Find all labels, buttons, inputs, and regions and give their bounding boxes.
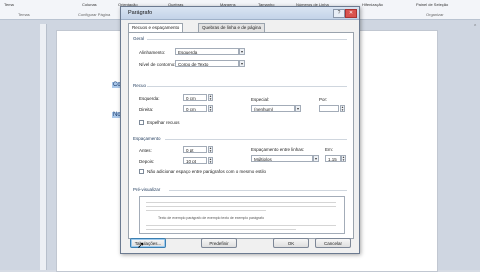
ribbon-tool-hyphenation[interactable]: Hifenização <box>362 2 383 7</box>
chevron-down-icon[interactable]: ▾ <box>295 105 301 112</box>
alignment-label: Alinhamento: <box>139 50 166 55</box>
ribbon-tool-selection-pane[interactable]: Painel de Seleção <box>416 2 448 7</box>
ribbon-tool-columns[interactable]: Colunas <box>82 2 97 7</box>
preview-sample-text: Texto de exemplo parágrafo de exemplo te… <box>158 216 265 220</box>
section-preview: Pré-visualizar <box>133 187 161 192</box>
by-label: Por: <box>319 97 328 102</box>
alignment-select[interactable]: Esquerda <box>175 48 239 55</box>
ribbon-group-arrange: Organizar <box>426 12 444 17</box>
tabs-button[interactable]: Tabulações... <box>130 238 166 248</box>
preview-line <box>146 210 266 211</box>
spinner-icon[interactable]: ▴ ▾ <box>341 155 346 162</box>
dialog-titlebar[interactable]: Parágrafo ? ✕ <box>121 7 359 20</box>
section-spacing: Espaçamento <box>133 136 161 141</box>
preview-line <box>146 229 296 230</box>
spacing-after-input[interactable]: 10 pt <box>183 157 207 164</box>
preview-line <box>146 202 336 203</box>
line-spacing-at-label: Em: <box>325 147 334 152</box>
help-button[interactable]: ? <box>333 9 345 18</box>
spacing-after-label: Depois: <box>139 159 155 164</box>
divider <box>165 139 347 140</box>
outline-level-select[interactable]: Corpo de Texto <box>175 60 239 67</box>
special-label: Especial: <box>251 97 270 102</box>
set-default-button[interactable]: Predefinir <box>201 238 237 248</box>
vertical-ruler <box>40 24 47 270</box>
indent-right-input[interactable]: 0 cm <box>183 105 207 112</box>
line-spacing-select[interactable]: Múltiplos <box>251 155 313 162</box>
preview-line <box>146 225 336 226</box>
spinner-icon[interactable]: ▴ ▾ <box>208 94 213 101</box>
spacing-before-label: Antes: <box>139 148 152 153</box>
spinner-icon[interactable]: ▴ ▾ <box>208 157 213 164</box>
ribbon-group-themes: Temas <box>18 12 30 17</box>
cancel-button[interactable]: Cancelar <box>315 238 351 248</box>
no-space-same-style-label: Não adicionar espaço entre parágrafos co… <box>147 169 267 174</box>
tab-line-page-breaks[interactable]: Quebras de linha e de página <box>198 23 266 32</box>
line-spacing-label: Espaçamento entre linhas: <box>251 147 305 152</box>
indent-left-input[interactable]: 0 cm <box>183 94 207 101</box>
spinner-icon[interactable]: ▴ ▾ <box>208 105 213 112</box>
mouse-pointer-icon: ➚ <box>137 240 145 250</box>
tab-panel: Geral Alinhamento: Esquerda ▾ Nível de c… <box>128 32 354 239</box>
ribbon-group-page-setup: Configurar Página <box>78 12 111 17</box>
spinner-icon[interactable]: ▴ ▾ <box>340 105 345 112</box>
paragraph-preview: Texto de exemplo parágrafo de exemplo te… <box>139 196 345 234</box>
by-input[interactable] <box>319 105 339 112</box>
chevron-down-icon[interactable]: ▾ <box>239 48 245 55</box>
section-general: Geral <box>133 36 145 41</box>
ribbon-expand-icon[interactable]: ⌃ <box>473 24 477 30</box>
divider <box>147 86 347 87</box>
spinner-icon[interactable]: ▴ ▾ <box>208 146 213 153</box>
section-indentation: Recuo <box>133 83 147 88</box>
no-space-same-style-checkbox[interactable] <box>139 169 144 174</box>
ribbon-tool-theme[interactable]: Tema <box>4 2 14 7</box>
dialog-title: Parágrafo <box>128 10 153 16</box>
divider <box>147 39 347 40</box>
spacing-before-input[interactable]: 0 pt <box>183 146 207 153</box>
divider <box>169 190 347 191</box>
mirror-indents-label: Espelhar recuos <box>147 120 180 125</box>
ok-button[interactable]: OK <box>273 238 309 248</box>
special-select[interactable]: (nenhum) <box>251 105 295 112</box>
line-spacing-at-input[interactable]: 1,15 <box>325 155 341 162</box>
close-button[interactable]: ✕ <box>345 9 357 18</box>
indent-left-label: Esquerda: <box>139 96 160 101</box>
mirror-indents-checkbox[interactable] <box>139 120 144 125</box>
chevron-down-icon[interactable]: ▾ <box>239 60 245 67</box>
indent-right-label: Direita: <box>139 107 154 112</box>
paragraph-dialog: Parágrafo ? ✕ Recuos e espaçamento Quebr… <box>120 6 360 254</box>
preview-line <box>146 206 336 207</box>
chevron-down-icon[interactable]: ▾ <box>313 155 319 162</box>
outline-level-label: Nível de contorno: <box>139 62 176 67</box>
